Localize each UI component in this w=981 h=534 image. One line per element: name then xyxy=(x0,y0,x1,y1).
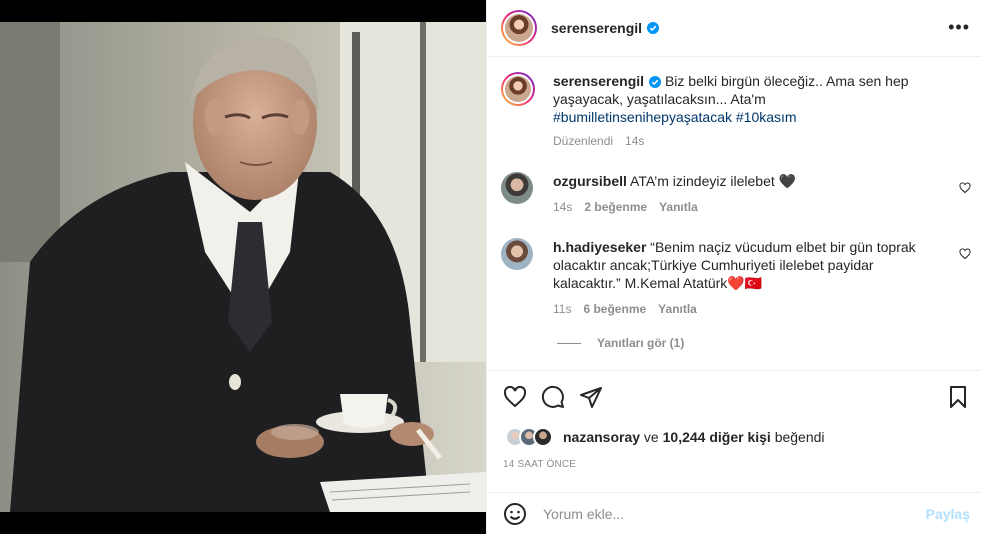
view-replies-label: Yanıtları gör (1) xyxy=(597,336,685,350)
post-header: serenserengil ••• xyxy=(487,0,981,57)
liker-avatars xyxy=(505,427,557,447)
share-paper-plane-icon[interactable] xyxy=(579,385,603,409)
verified-badge-icon xyxy=(647,22,660,34)
comment-avatar[interactable] xyxy=(501,172,533,204)
likes-connector: ve xyxy=(640,429,663,445)
like-heart-icon[interactable] xyxy=(503,385,527,409)
post-actions: nazansoray ve 10,244 diğer kişi beğendi … xyxy=(487,370,981,480)
liker-avatar xyxy=(533,427,553,447)
comment-like-count[interactable]: 2 beğenme xyxy=(584,200,647,214)
comments-list: serenserengil Biz belki birgün öleceğiz.… xyxy=(487,58,981,374)
reply-button[interactable]: Yanıtla xyxy=(659,200,698,214)
caption-text: serenserengil Biz belki birgün öleceğiz.… xyxy=(553,72,945,126)
author-username[interactable]: serenserengil xyxy=(551,20,642,36)
comment-body: ATA’m izindeyiz ilelebet 🖤 xyxy=(626,173,797,189)
edited-label: Düzenlendi xyxy=(553,134,614,148)
comment-input[interactable] xyxy=(543,505,903,522)
comment-avatar[interactable] xyxy=(501,238,533,270)
replies-divider xyxy=(557,342,581,344)
post-image[interactable] xyxy=(0,22,486,512)
comment-bubble-icon[interactable] xyxy=(541,385,565,409)
comment-like-count[interactable]: 6 beğenme xyxy=(583,302,646,316)
emoji-smiley-icon[interactable] xyxy=(503,502,527,526)
like-comment-heart-icon[interactable] xyxy=(959,248,971,260)
reply-button[interactable]: Yanıtla xyxy=(658,302,697,316)
post-timestamp[interactable]: 14 SAAT ÖNCE xyxy=(503,459,576,470)
more-options-button[interactable]: ••• xyxy=(948,18,970,36)
comment-text: ozgursibell ATA’m izindeyiz ilelebet 🖤 xyxy=(553,172,945,190)
comment-text: h.hadiyeseker “Benim naçiz vücudum elbet… xyxy=(553,238,945,292)
author-avatar[interactable] xyxy=(501,10,537,46)
comment-time: 11s xyxy=(553,302,572,316)
post-panel: serenserengil ••• serenserengil Biz belk… xyxy=(486,0,981,534)
caption-time: 14s xyxy=(625,134,645,148)
comment-username[interactable]: ozgursibell xyxy=(553,173,627,189)
caption-meta: Düzenlendi 14s xyxy=(553,134,656,148)
likes-summary[interactable]: nazansoray ve 10,244 diğer kişi beğendi xyxy=(505,427,825,447)
likes-suffix: beğendi xyxy=(770,429,825,445)
comment-username[interactable]: h.hadiyeseker xyxy=(553,239,646,255)
save-bookmark-icon[interactable] xyxy=(946,385,970,409)
comment-meta: 11s 6 beğenme Yanıtla xyxy=(553,302,709,316)
caption-hashtags[interactable]: #bumilletinsenihepyaşatacak #10kasım xyxy=(553,109,797,125)
media-column xyxy=(0,0,486,534)
caption-username[interactable]: serenserengil xyxy=(553,73,644,89)
comment-composer: Paylaş xyxy=(487,492,981,534)
portrait-photo xyxy=(0,22,486,512)
view-replies-button[interactable]: Yanıtları gör (1) xyxy=(557,336,684,350)
post-comment-button[interactable]: Paylaş xyxy=(926,506,970,522)
caption-avatar[interactable] xyxy=(501,72,535,106)
comment-time: 14s xyxy=(553,200,573,214)
liker-username[interactable]: nazansoray xyxy=(563,429,640,445)
verified-badge-icon xyxy=(649,76,662,89)
likes-count[interactable]: 10,244 diğer kişi xyxy=(663,429,771,445)
like-comment-heart-icon[interactable] xyxy=(959,182,971,194)
comment-meta: 14s 2 beğenme Yanıtla xyxy=(553,200,710,214)
action-icons xyxy=(503,385,603,409)
